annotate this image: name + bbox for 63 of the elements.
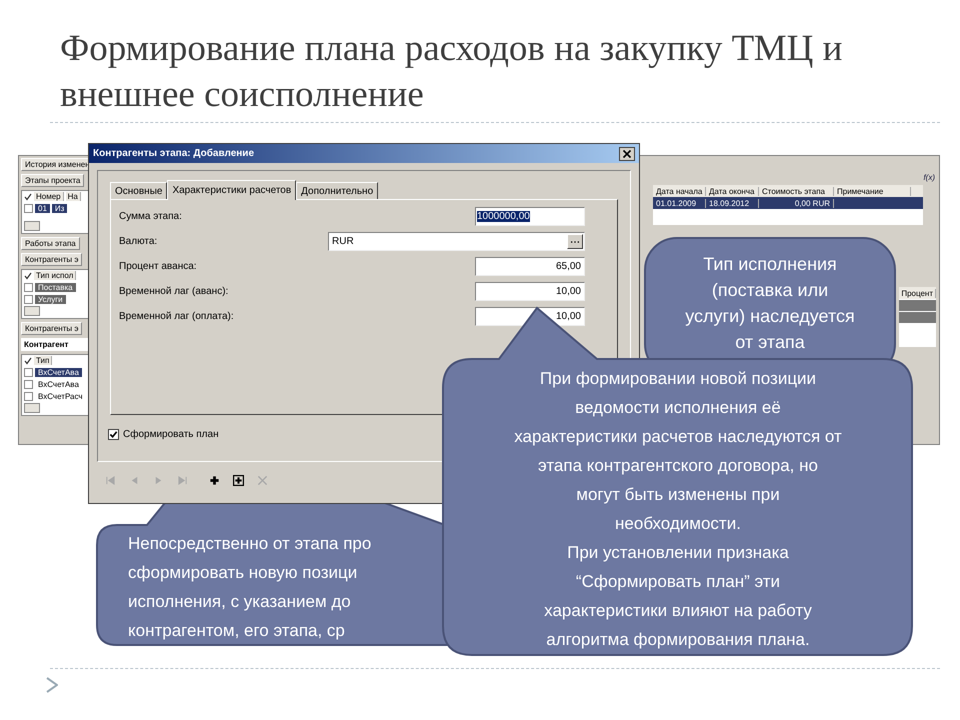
field-label: Сумма этапа: [119, 211, 182, 222]
column-header[interactable]: Дата начала [653, 186, 706, 196]
column-header[interactable]: Номер [34, 192, 64, 201]
panel-tab[interactable]: Этапы проекта [21, 174, 84, 187]
ellipsis-icon [570, 240, 580, 244]
tab[interactable]: Основные [110, 182, 168, 199]
row-checkbox[interactable] [24, 295, 33, 304]
callout-text: Тип исполнения (поставка или услуги) наследуется от этапа [685, 253, 855, 354]
callout-text: При формировании новой позиции ведомости исполнения её характеристики расчетов наследуются от этапа контрагентского договора, но могут быть изменены при необходимости. При установлении признака “Сформировать план” эти характеристики влияют на работу алгоритма формирования плана. [514, 368, 842, 651]
close-button[interactable] [619, 146, 635, 160]
tab[interactable]: Характеристики расчетов [167, 180, 296, 200]
scrollbar[interactable] [24, 221, 40, 231]
dialog-title: Контрагенты этапа: Добавление [93, 148, 254, 159]
input-field[interactable]: 1000000,00 [475, 207, 585, 226]
callout-text: Непосредственно от этапа про сформировать новую позици исполнения, с указанием до контрагентом, его этапа, ср [128, 533, 372, 642]
table-cell: Поставка [35, 283, 76, 292]
panel-heading: Контрагент [21, 338, 91, 351]
table-cell-text: ВхСчетАва [37, 380, 80, 389]
plus-box-icon[interactable] [233, 475, 244, 486]
field-label: Процент аванса: [119, 261, 197, 272]
scrollbar[interactable] [24, 403, 40, 413]
input-field[interactable]: 65,00 [475, 257, 585, 276]
row-checkbox[interactable] [24, 368, 33, 377]
panel-tab[interactable]: Работы этапа [21, 237, 80, 250]
field-label: Временной лаг (оплата): [119, 311, 234, 322]
scrollbar[interactable] [24, 306, 40, 316]
table-cell: 01.01.2009 [653, 198, 706, 208]
column-header[interactable]: Тип [34, 356, 52, 365]
column-header[interactable]: Тип испол [34, 271, 76, 280]
table-row[interactable]: 01.01.2009 18.09.2012 0,00 RUR [653, 197, 923, 209]
column-header[interactable]: Примечание [834, 186, 911, 196]
table-cell: 0,00 RUR [759, 198, 834, 208]
table-cell-text: ВхСчетРасч [37, 392, 84, 401]
row-checkbox[interactable] [24, 204, 33, 213]
field-label: Временной лаг (аванс): [119, 286, 228, 297]
column-header[interactable]: Дата оконча [706, 186, 759, 196]
table-cell: 01 [35, 204, 50, 213]
browse-button[interactable] [567, 234, 583, 249]
input-field[interactable]: 10,00 [475, 282, 585, 301]
table-cell: Из [52, 204, 68, 213]
table-cell: 18.09.2012 [706, 198, 759, 208]
panel-tab[interactable]: Контрагенты э [21, 253, 82, 266]
tab[interactable]: Дополнительно [296, 182, 378, 199]
column-header[interactable]: Стоимость этапа [759, 186, 834, 196]
formula-button[interactable]: f(x) [923, 173, 935, 182]
column-header[interactable]: На [66, 192, 81, 201]
check-icon [24, 356, 32, 364]
row-checkbox[interactable] [24, 392, 33, 401]
plus-icon[interactable] [209, 475, 220, 486]
checkbox-label[interactable]: Сформировать план [123, 429, 219, 440]
check-icon [24, 272, 32, 280]
field-label: Валюта: [119, 236, 158, 247]
check-icon [24, 192, 32, 200]
row-checkbox[interactable] [24, 380, 33, 389]
panel-tab[interactable]: Контрагенты э [21, 322, 82, 335]
slide-title: Формирование плана расходов на закупку ТМЦ и внешнее соисполнение [60, 27, 844, 117]
checkbox[interactable] [108, 429, 119, 440]
panel-tab[interactable]: История изменен [21, 158, 91, 171]
table-cell: Услуги [35, 295, 66, 304]
table-cell: ВхСчетАва [35, 368, 82, 377]
row-checkbox[interactable] [24, 283, 33, 292]
column-header[interactable]: Процент [899, 288, 936, 298]
lookup-field[interactable]: RUR [328, 232, 585, 251]
